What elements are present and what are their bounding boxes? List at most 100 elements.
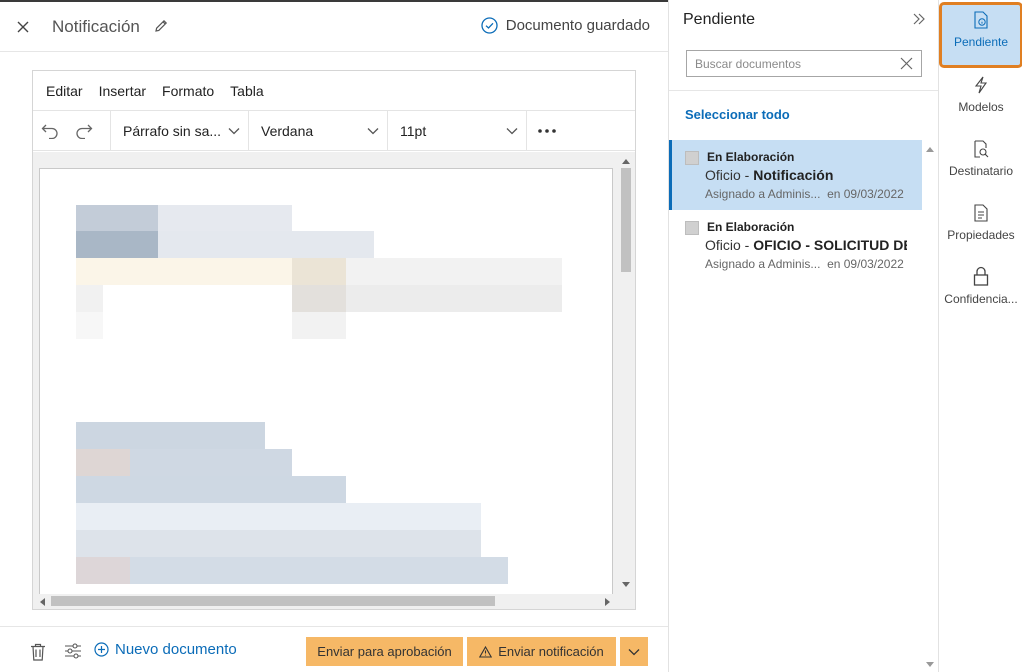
font-size-select[interactable]: 11pt — [388, 110, 527, 151]
editor-menubar: Editar Insertar Formato Tabla — [33, 71, 635, 111]
more-icon — [538, 128, 556, 133]
select-all-link[interactable]: Seleccionar todo — [685, 107, 790, 122]
item-meta: Asignado a Adminis... en 09/03/2022 — [705, 257, 904, 271]
font-family-select[interactable]: Verdana — [249, 110, 388, 151]
scroll-down-icon — [926, 662, 934, 667]
redacted-block — [76, 285, 103, 312]
document-search-icon — [974, 140, 989, 158]
edit-title-button[interactable] — [153, 18, 171, 36]
pending-document-item[interactable]: En Elaboración Oficio - OFICIO - SOLICIT… — [669, 210, 922, 280]
horizontal-scrollbar[interactable] — [33, 594, 617, 609]
clear-icon[interactable] — [900, 57, 913, 70]
new-document-label: Nuevo documento — [115, 641, 237, 658]
paragraph-style-value: Párrafo sin sa... — [123, 122, 222, 139]
trash-icon — [31, 643, 45, 661]
item-title: Oficio - OFICIO - SOLICITUD DE — [705, 237, 907, 253]
scroll-right-icon — [605, 598, 610, 606]
lightning-icon — [974, 76, 988, 94]
rail-label: Modelos — [958, 100, 1004, 114]
item-separator: - — [740, 237, 754, 253]
redacted-block — [76, 503, 481, 530]
redacted-block — [76, 231, 158, 258]
document-list-icon — [974, 204, 988, 222]
chevron-down-icon — [367, 127, 379, 134]
rail-label: Destinatario — [948, 164, 1014, 178]
paragraph-style-dropdown[interactable]: Párrafo sin sa... — [111, 111, 248, 151]
menu-format[interactable]: Formato — [162, 83, 214, 99]
send-for-approval-label: Enviar para aprobación — [317, 644, 452, 659]
redo-icon — [76, 124, 93, 139]
document-canvas[interactable] — [33, 152, 635, 609]
send-notification-button[interactable]: Enviar notificación — [467, 637, 616, 666]
rail-item-confidential[interactable]: Confidencia... — [939, 266, 1022, 326]
scroll-up-icon — [622, 159, 630, 164]
redacted-block — [76, 557, 130, 584]
list-scrollbar[interactable] — [924, 140, 936, 672]
document-page[interactable] — [39, 168, 613, 598]
document-info-icon — [974, 11, 988, 29]
item-separator: - — [740, 167, 754, 183]
scroll-down-icon — [622, 582, 630, 587]
plus-circle-icon — [94, 642, 109, 657]
chevron-down-icon — [506, 127, 518, 134]
rail-item-models[interactable]: Modelos — [939, 76, 1022, 136]
menu-edit[interactable]: Editar — [46, 83, 83, 99]
close-button[interactable] — [12, 16, 34, 38]
pending-panel: Pendiente Seleccionar todo En Elaboració… — [668, 0, 938, 672]
new-document-button[interactable]: Nuevo documento — [94, 641, 237, 658]
font-size-dropdown[interactable]: 11pt — [388, 111, 526, 151]
menu-insert[interactable]: Insertar — [99, 83, 146, 99]
item-type: Oficio — [705, 167, 741, 183]
collapse-panel-button[interactable] — [912, 12, 928, 28]
rail-label: Propiedades — [947, 228, 1015, 242]
vertical-scroll-thumb[interactable] — [621, 168, 631, 272]
redacted-block — [76, 312, 103, 339]
item-title: Oficio - Notificación — [705, 167, 907, 183]
send-notification-dropdown-button[interactable] — [620, 637, 648, 666]
redacted-block — [158, 231, 374, 258]
paragraph-style-select[interactable]: Párrafo sin sa... — [111, 110, 249, 151]
redacted-block — [76, 258, 292, 285]
title-bar: Notificación Documento guardado — [0, 2, 668, 52]
rich-text-editor: Editar Insertar Formato Tabla Párrafo si… — [32, 70, 636, 610]
adjust-settings-button[interactable] — [64, 643, 84, 663]
check-circle-icon — [481, 17, 498, 34]
item-checkbox[interactable] — [685, 221, 699, 235]
horizontal-scroll-thumb[interactable] — [51, 596, 495, 606]
undo-button[interactable] — [33, 111, 67, 151]
save-status: Documento guardado — [481, 17, 650, 34]
redacted-block — [292, 285, 346, 312]
item-checkbox[interactable] — [685, 151, 699, 165]
scroll-left-icon — [40, 598, 45, 606]
redacted-block — [76, 205, 158, 231]
send-for-approval-button[interactable]: Enviar para aprobación — [306, 637, 463, 666]
save-status-text: Documento guardado — [505, 17, 650, 34]
lock-icon — [973, 266, 989, 286]
pending-document-item[interactable]: En Elaboración Oficio - Notificación Asi… — [669, 140, 922, 210]
redo-button[interactable] — [67, 111, 101, 151]
side-rail: Pendiente Modelos Destinatario Propiedad… — [938, 0, 1022, 672]
item-meta: Asignado a Adminis... en 09/03/2022 — [705, 187, 904, 201]
more-options-button[interactable] — [527, 111, 567, 151]
rail-item-properties[interactable]: Propiedades — [939, 204, 1022, 264]
chevron-down-icon — [628, 648, 640, 655]
chevron-down-icon — [228, 127, 240, 134]
item-assigned: Asignado a Adminis... — [705, 187, 821, 201]
redacted-block — [292, 312, 346, 339]
double-chevron-right-icon — [913, 13, 925, 25]
font-family-dropdown[interactable]: Verdana — [249, 111, 387, 151]
redacted-block — [346, 258, 562, 285]
close-icon — [17, 21, 29, 33]
menu-table[interactable]: Tabla — [230, 83, 263, 99]
search-documents-input[interactable] — [687, 51, 893, 76]
redacted-block — [130, 557, 508, 584]
warning-icon — [479, 645, 493, 658]
document-title: Notificación — [52, 17, 140, 36]
search-box — [686, 50, 922, 77]
item-status: En Elaboración — [707, 150, 795, 164]
rail-item-recipient[interactable]: Destinatario — [939, 140, 1022, 200]
delete-button[interactable] — [30, 643, 48, 663]
item-type: Oficio — [705, 237, 741, 253]
rail-item-pending[interactable]: Pendiente — [939, 2, 1022, 68]
redacted-block — [130, 449, 292, 476]
